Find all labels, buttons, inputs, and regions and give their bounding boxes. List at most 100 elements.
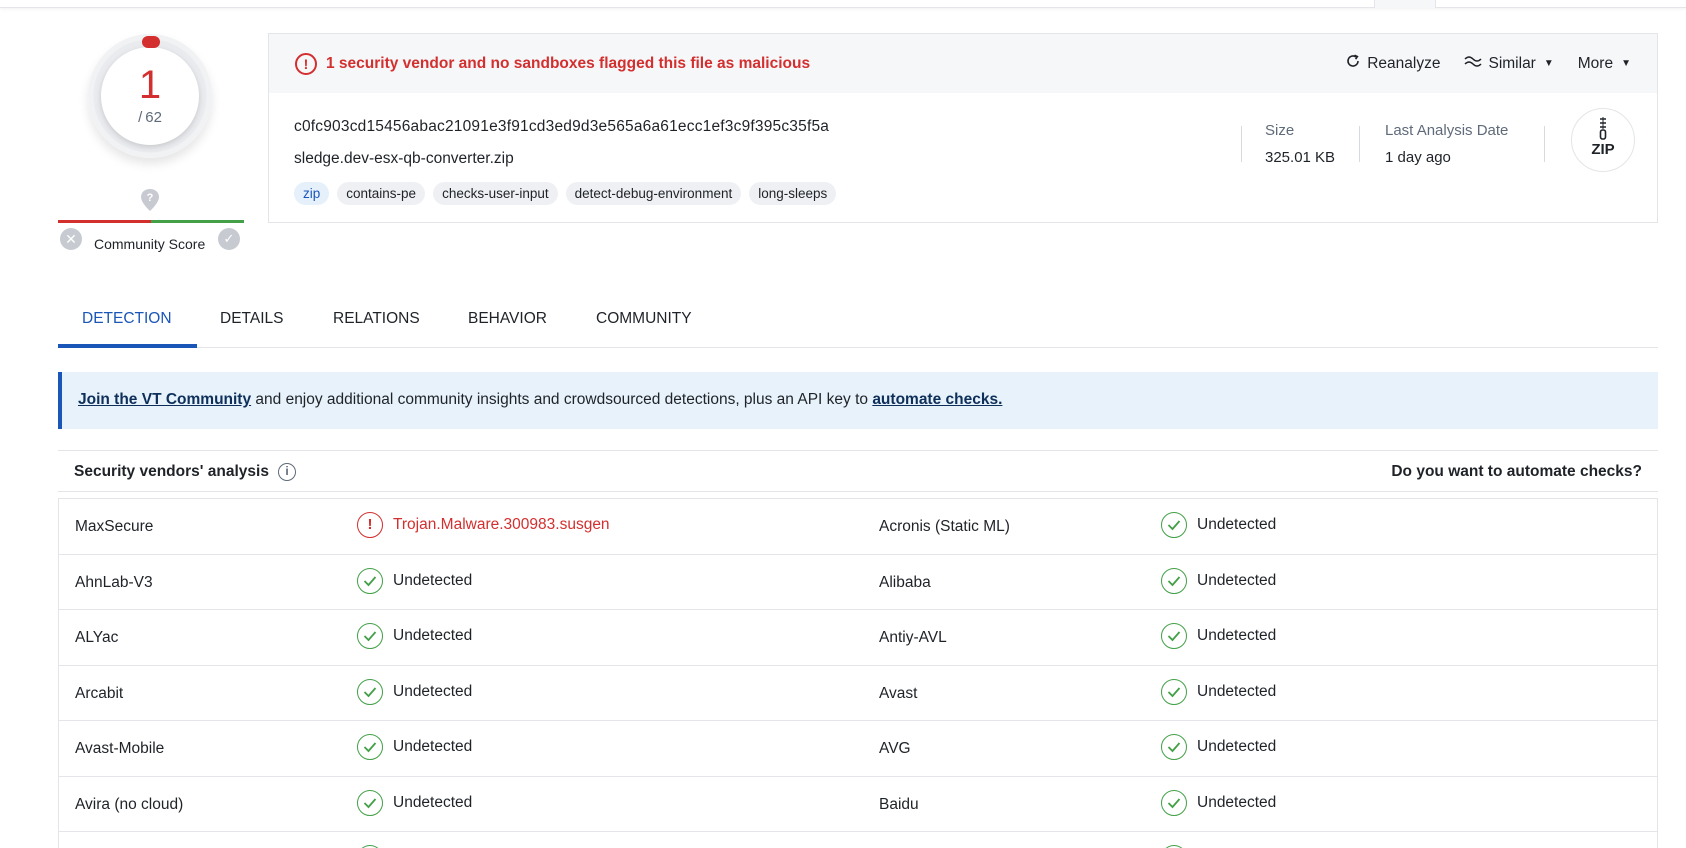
malicious-icon: ! (357, 512, 383, 538)
file-tag[interactable]: contains-pe (337, 182, 426, 205)
file-tag[interactable]: detect-debug-environment (565, 182, 742, 205)
vendor-name: AhnLab-V3 (75, 573, 153, 591)
vendor-result-text[interactable]: Trojan.Malware.300983.susgen (393, 516, 610, 534)
community-banner: Join the VT Community and enjoy addition… (58, 372, 1658, 429)
tab-relations[interactable]: RELATIONS (333, 310, 420, 328)
vendor-result-text: Undetected (393, 627, 473, 644)
undetected-check-icon (1161, 567, 1187, 594)
tab-details[interactable]: DETAILS (220, 310, 283, 328)
vendor-result: Undetected (1161, 678, 1276, 705)
similar-label: Similar (1488, 54, 1536, 72)
vendor-result: Undetected (1161, 789, 1277, 816)
vendor-result-text: Undetected (1197, 738, 1277, 755)
undetected-check-icon (357, 567, 383, 594)
score-total: /62 (138, 109, 162, 126)
vendor-result: Undetected (357, 734, 472, 760)
vendor-result: Undetected (357, 789, 473, 816)
vendors-table: MaxSecure ! Trojan.Malware.300983.susgen… (58, 498, 1658, 848)
undetected-check-icon (1161, 623, 1187, 649)
score-gauge: 1 /62 (88, 34, 212, 158)
tab-community[interactable]: COMMUNITY (596, 310, 692, 328)
vendor-name: Baidu (879, 795, 919, 813)
community-score-marker-icon: ? (140, 188, 160, 212)
file-hash[interactable]: c0fc903cd15456abac21091e3f91cd3ed9d3e565… (294, 118, 829, 136)
result-tabs: DETECTION DETAILS RELATIONS BEHAVIOR COM… (58, 296, 1658, 348)
table-row: AhnLab-V3 Undetected Alibaba Undetected (59, 555, 1657, 610)
chevron-down-icon: ▼ (1621, 58, 1631, 69)
table-row: MaxSecure ! Trojan.Malware.300983.susgen… (59, 499, 1657, 555)
undetected-check-icon (1161, 789, 1187, 816)
meta-divider (1544, 126, 1545, 162)
top-bar (0, 0, 1686, 8)
table-row: Avast-Mobile Undetected AVG Undetected (59, 721, 1657, 777)
vendor-name: ALYac (75, 629, 119, 646)
vendor-result: ! Trojan.Malware.300983.susgen (357, 512, 610, 538)
vendor-result: Undetected (1161, 567, 1277, 594)
file-tag[interactable]: long-sleeps (749, 182, 837, 205)
undetected-check-icon (357, 789, 383, 816)
automate-checks-prompt[interactable]: Do you want to automate checks? (1391, 463, 1642, 481)
vendor-result-text: Undetected (1197, 793, 1277, 811)
vote-harmless-icon[interactable]: ✓ (218, 228, 240, 250)
vendor-name: Avast (879, 684, 918, 702)
vendor-result-text: Undetected (1197, 516, 1277, 533)
svg-text:?: ? (147, 192, 154, 204)
table-row: Arcabit Undetected Avast Undetected (59, 666, 1657, 721)
file-size: Size 325.01 KB (1265, 122, 1335, 166)
vendor-result: Undetected (1161, 734, 1276, 760)
file-tag[interactable]: checks-user-input (433, 182, 558, 205)
info-icon[interactable]: i (278, 463, 296, 481)
tab-behavior[interactable]: BEHAVIOR (468, 310, 547, 328)
vendor-result-text: Undetected (393, 738, 473, 755)
detection-alert-text: 1 security vendor and no sandboxes flagg… (326, 55, 811, 72)
file-type-badge: ZIP (1571, 108, 1635, 172)
file-summary-card: ! 1 security vendor and no sandboxes fla… (268, 33, 1658, 223)
last-analysis-date-label: Last Analysis Date (1385, 122, 1509, 139)
vendors-header: Security vendors' analysis i Do you want… (58, 450, 1658, 492)
alert-icon: ! (295, 53, 317, 75)
join-community-link[interactable]: Join the VT Community (78, 391, 251, 408)
file-tag[interactable]: zip (294, 182, 330, 205)
table-row: Avira (no cloud) Undetected Baidu Undete… (59, 777, 1657, 832)
file-size-value: 325.01 KB (1265, 149, 1336, 166)
community-score-label: Community Score (94, 236, 206, 252)
undetected-check-icon (1161, 734, 1187, 760)
vendor-result: Undetected (357, 623, 472, 649)
reanalyze-button[interactable]: Reanalyze (1345, 53, 1440, 74)
vendor-result: Undetected (1161, 623, 1276, 649)
undetected-check-icon (357, 734, 383, 760)
undetected-check-icon (357, 623, 383, 649)
vendor-name: Antiy-AVL (879, 629, 947, 646)
tab-detection[interactable]: DETECTION (82, 310, 172, 328)
file-type-label: ZIP (1591, 141, 1615, 158)
more-dropdown[interactable]: More ▼ (1578, 53, 1631, 74)
vendor-name: Avira (no cloud) (75, 795, 184, 813)
similar-icon (1464, 54, 1483, 73)
vendor-result: Undetected (1161, 512, 1276, 538)
vendor-result-text: Undetected (1197, 571, 1277, 589)
last-analysis-date: Last Analysis Date 1 day ago (1385, 122, 1508, 166)
vendor-result: Undetected (357, 678, 472, 705)
score-total-value: 62 (145, 109, 162, 126)
vote-malicious-icon[interactable]: ✕ (60, 228, 82, 250)
last-analysis-date-value: 1 day ago (1385, 149, 1451, 166)
zipper-icon (1599, 117, 1607, 140)
reanalyze-icon (1345, 53, 1361, 74)
community-banner-text: Join the VT Community and enjoy addition… (78, 391, 1002, 409)
meta-divider (1359, 126, 1360, 162)
detection-alert-bar: ! 1 security vendor and no sandboxes fla… (269, 34, 1657, 93)
file-tags: zip contains-pe checks-user-input detect… (294, 182, 837, 205)
top-bar-segment[interactable] (1374, 0, 1436, 8)
detection-score: 1 /62 ? ✕ Community Score ✓ (58, 30, 244, 260)
vendor-result-text: Undetected (393, 793, 473, 811)
vendor-result-text: Undetected (393, 571, 473, 589)
undetected-check-icon (357, 678, 383, 705)
automate-checks-link[interactable]: automate checks. (872, 391, 1002, 408)
file-name: sledge.dev-esx-qb-converter.zip (294, 150, 514, 167)
vendor-result-text: Undetected (1197, 627, 1277, 644)
undetected-check-icon (1161, 512, 1187, 538)
vendors-title: Security vendors' analysis (74, 463, 269, 480)
similar-dropdown[interactable]: Similar ▼ (1464, 53, 1554, 74)
score-positives: 1 (138, 63, 162, 107)
undetected-check-icon (1161, 678, 1187, 705)
